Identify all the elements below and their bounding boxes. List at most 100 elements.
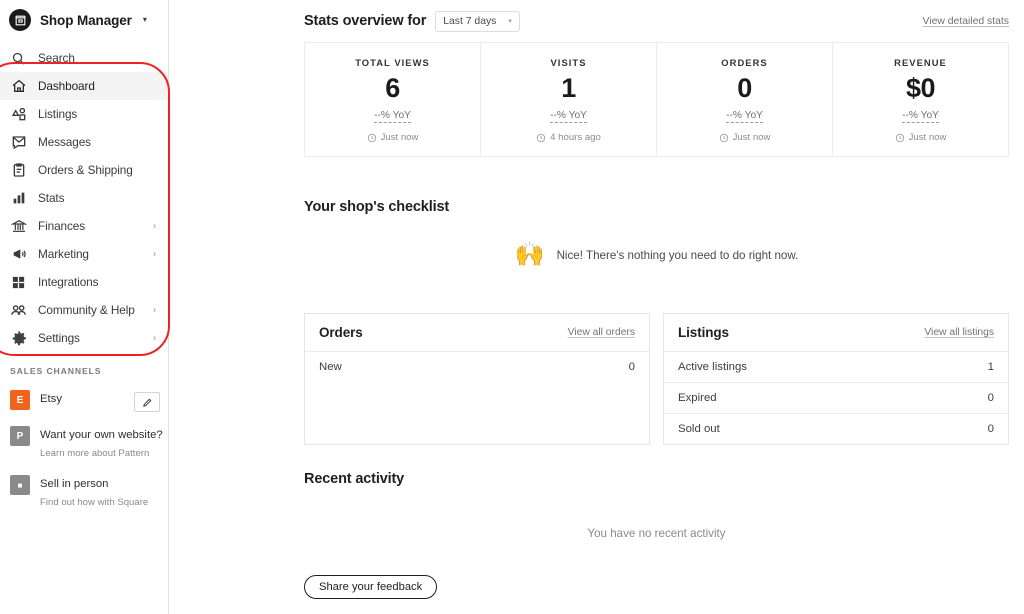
sidebar-item-label: Finances (38, 219, 85, 233)
clock-icon (367, 133, 377, 143)
sidebar-item-label: Stats (38, 191, 64, 205)
channel-text: Sell in person Find out how with Square (40, 473, 160, 510)
sidebar-item-finances[interactable]: Finances › (0, 212, 168, 240)
search-icon (10, 50, 27, 67)
listings-panel-body: Active listings 1 Expired 0 Sold out 0 (664, 352, 1008, 444)
panels-row: Orders View all orders New 0 Listings Vi… (304, 313, 1009, 445)
sidebar-item-label: Search (38, 51, 75, 65)
sidebar-item-community-help[interactable]: Community & Help › (0, 296, 168, 324)
sidebar-item-label: Integrations (38, 275, 98, 289)
stats-overview-title: Stats overview for (304, 13, 426, 29)
row-value: 1 (988, 361, 994, 373)
channel-subtitle: Learn more about Pattern (40, 448, 149, 459)
stat-card-revenue: Revenue $0 --% YoY Just now (833, 43, 1008, 156)
row-value: 0 (629, 361, 635, 373)
sidebar: Shop Manager ▾ Search Dashboard (0, 0, 169, 614)
stat-label: Total views (309, 57, 476, 68)
stat-yoy[interactable]: --% YoY (550, 110, 587, 123)
channel-text: Want your own website? Learn more about … (40, 424, 160, 461)
checklist-empty-state: 🙌 Nice! There's nothing you need to do r… (304, 235, 1009, 275)
stats-overview-header: Stats overview for Last 7 days ▾ View de… (304, 4, 1009, 38)
sidebar-item-orders-shipping[interactable]: Orders & Shipping (0, 156, 168, 184)
brand-name: Shop Manager (40, 13, 132, 28)
view-all-orders-link[interactable]: View all orders (568, 327, 635, 338)
home-icon (10, 78, 27, 95)
sales-channel-pattern[interactable]: P Want your own website? Learn more abou… (0, 418, 168, 467)
stat-time-label: Just now (909, 132, 947, 143)
table-row: Expired 0 (664, 383, 1008, 414)
listings-panel: Listings View all listings Active listin… (663, 313, 1009, 445)
square-badge-icon: ■ (10, 475, 30, 495)
listings-icon (10, 106, 27, 123)
gear-icon (10, 330, 27, 347)
stat-yoy[interactable]: --% YoY (726, 110, 763, 123)
stat-label: Visits (485, 57, 652, 68)
sidebar-item-marketing[interactable]: Marketing › (0, 240, 168, 268)
chevron-right-icon: › (153, 250, 156, 259)
table-row: Sold out 0 (664, 414, 1008, 444)
checklist-section: Your shop's checklist (304, 199, 1009, 215)
stat-time-label: Just now (733, 132, 771, 143)
share-feedback-button[interactable]: Share your feedback (304, 575, 437, 599)
view-detailed-stats-link[interactable]: View detailed stats (923, 16, 1009, 27)
sidebar-item-search[interactable]: Search (0, 44, 168, 72)
listings-panel-header: Listings View all listings (664, 314, 1008, 352)
sidebar-item-listings[interactable]: Listings (0, 100, 168, 128)
row-label: Sold out (678, 423, 720, 435)
stat-card-visits: Visits 1 --% YoY 4 hours ago (481, 43, 657, 156)
sidebar-item-integrations[interactable]: Integrations (0, 268, 168, 296)
grid-squares-icon (10, 274, 27, 291)
sidebar-item-label: Marketing (38, 247, 89, 261)
chevron-down-icon: ▾ (508, 18, 512, 25)
checklist-empty-message: Nice! There's nothing you need to do rig… (557, 249, 799, 262)
orders-panel-body: New 0 (305, 352, 649, 440)
sidebar-item-dashboard[interactable]: Dashboard (0, 72, 168, 100)
sidebar-item-messages[interactable]: Messages (0, 128, 168, 156)
shop-manager-app: Shop Manager ▾ Search Dashboard (0, 0, 1024, 614)
stat-timestamp: Just now (661, 132, 828, 143)
channel-title: Want your own website? (40, 429, 163, 441)
table-row: New 0 (305, 352, 649, 382)
channel-title: Sell in person (40, 478, 108, 490)
sidebar-item-label: Listings (38, 107, 77, 121)
stat-label: Orders (661, 57, 828, 68)
envelope-icon (10, 134, 27, 151)
pattern-badge-icon: P (10, 426, 30, 446)
stat-time-label: Just now (381, 132, 419, 143)
chevron-down-icon: ▾ (143, 16, 147, 24)
bank-icon (10, 218, 27, 235)
stat-time-label: 4 hours ago (550, 132, 601, 143)
view-all-listings-link[interactable]: View all listings (924, 327, 994, 338)
sidebar-item-label: Messages (38, 135, 91, 149)
stat-value: 0 (661, 71, 828, 105)
orders-panel-title: Orders (319, 325, 363, 340)
recent-activity-empty-message: You have no recent activity (304, 527, 1009, 540)
sidebar-item-label: Community & Help (38, 303, 135, 317)
stat-card-total-views: Total views 6 --% YoY Just now (305, 43, 481, 156)
stat-value: 1 (485, 71, 652, 105)
chevron-right-icon: › (153, 222, 156, 231)
clipboard-icon (10, 162, 27, 179)
row-value: 0 (988, 423, 994, 435)
chevron-right-icon: › (153, 334, 156, 343)
sales-channel-etsy[interactable]: E Etsy (0, 382, 168, 418)
sidebar-item-stats[interactable]: Stats (0, 184, 168, 212)
stat-yoy[interactable]: --% YoY (902, 110, 939, 123)
edit-shop-button[interactable] (134, 392, 160, 412)
shop-storefront-icon (9, 9, 31, 31)
stat-card-orders: Orders 0 --% YoY Just now (657, 43, 833, 156)
stat-label: Revenue (837, 57, 1004, 68)
sidebar-item-settings[interactable]: Settings › (0, 324, 168, 352)
stat-yoy[interactable]: --% YoY (374, 110, 411, 123)
row-value: 0 (988, 392, 994, 404)
sidebar-nav: Search Dashboard Listings (0, 40, 168, 352)
brand-shop-manager[interactable]: Shop Manager ▾ (0, 0, 168, 40)
clock-icon (895, 133, 905, 143)
sales-channel-square[interactable]: ■ Sell in person Find out how with Squar… (0, 467, 168, 516)
date-range-select[interactable]: Last 7 days ▾ (435, 11, 520, 32)
stat-value: $0 (837, 71, 1004, 105)
bar-chart-icon (10, 190, 27, 207)
chevron-right-icon: › (153, 306, 156, 315)
sidebar-item-label: Settings (38, 331, 80, 345)
orders-panel-header: Orders View all orders (305, 314, 649, 352)
